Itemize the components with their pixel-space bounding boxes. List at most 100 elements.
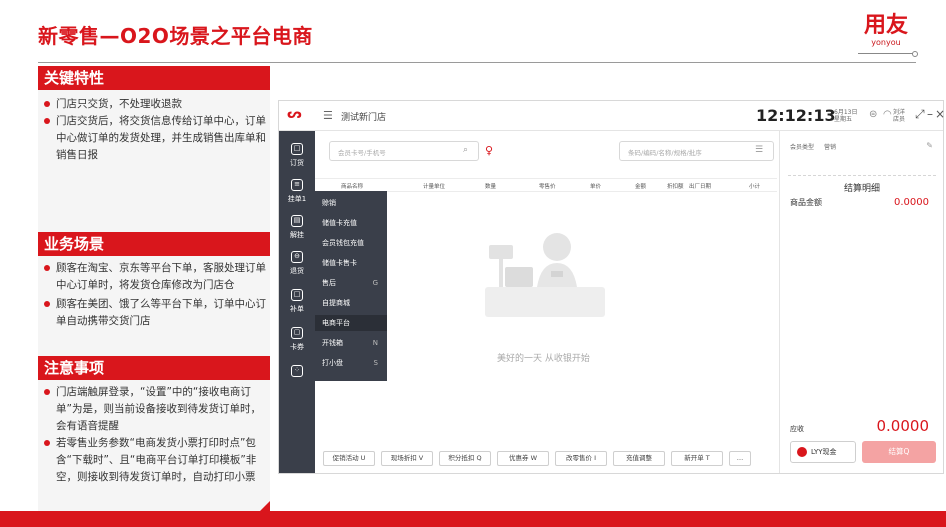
cashier-illustration [485, 233, 605, 317]
promotion-button[interactable]: 促销活动 U [323, 451, 375, 466]
sidebar-label: 挂单1 [287, 195, 307, 203]
weekday-line: 星期五 [834, 116, 853, 123]
pos-titlebar: ᔕ ☰ 测试新门店 12:12:13 6月13日 星期五 ⊜ ◠ 刘洋 店员 ⤢… [279, 101, 945, 131]
user-display[interactable]: 刘洋 店员 [893, 109, 905, 123]
sidebar-label: 补单 [290, 305, 304, 313]
footer-bar [0, 511, 946, 527]
col-mfg-date: 出厂日期 [689, 184, 712, 190]
notes-body: 门店端触屏登录，“设置”中的“接收电商订单”为是，则当前设备接收到待发货订单时，… [38, 384, 270, 486]
brand-logo-cn: 用友 [863, 13, 908, 38]
cash-icon [797, 447, 807, 457]
scenarios-body: 顾客在淘宝、京东等平台下单，客服处理订单中心订单时，将发货仓库修改为门店仓 顾客… [38, 260, 270, 330]
col-retail-price: 零售价 [539, 184, 556, 190]
add-member-icon[interactable]: ♀ [485, 144, 493, 157]
menu-icon[interactable]: ☰ [323, 109, 333, 122]
brand-logo-en: yonyou [871, 38, 901, 47]
menu-item-label: 赊销 [322, 199, 336, 207]
supplement-icon: □ [291, 289, 303, 301]
menu-item-credit-sale[interactable]: 赊销 [322, 195, 386, 211]
menu-item-card-sale[interactable]: 储值卡售卡 [322, 255, 386, 271]
checkout-button[interactable]: 结算Q [862, 441, 936, 463]
menu-item-wallet-recharge[interactable]: 会员钱包充值 [322, 235, 386, 251]
menu-item-label: 自提商城 [322, 299, 350, 307]
brand-logo: 用友 yonyou [858, 13, 918, 57]
scenarios-title: 业务场景 [38, 232, 270, 256]
user-role: 店员 [893, 116, 906, 123]
fullscreen-icon[interactable]: ⤢ [915, 107, 925, 122]
info-panel: 关键特性 门店只交货，不处理收退款 门店交货后，将交货信息传给订单中心，订单中心… [38, 66, 270, 513]
scenario-item: 顾客在淘宝、京东等平台下单，客服处理订单中心订单时，将发货仓库修改为门店仓 [38, 260, 270, 294]
change-price-button[interactable]: 改零售价 I [555, 451, 607, 466]
col-product-name: 商品名称 [341, 184, 364, 190]
more-button[interactable]: … [729, 451, 751, 466]
cash-button[interactable]: LYY现金 [790, 441, 856, 463]
note-item: 若零售业务参数“电商发货小票打印时点”包含“下载时”、且“电商平台订单打印模板”… [38, 435, 270, 486]
menu-item-shortcut: G [372, 279, 378, 287]
date-line: 6月13日 [834, 109, 858, 116]
goods-amount-value: 0.0000 [894, 197, 929, 208]
menu-item-ecommerce-platform[interactable]: 电商平台 [315, 315, 387, 331]
menu-item-label: 售后 [322, 279, 336, 287]
new-order-button[interactable]: 新开单 T [671, 451, 723, 466]
pos-sidebar: □ 订货 ≡ 挂单1 ▤ 解挂 ⊖ 退货 □ 补单 ▢ 卡券 ⁘ [279, 131, 315, 473]
sidebar-item-hold[interactable]: ≡ 挂单1 [279, 179, 315, 204]
tab-member-type[interactable]: 会员类型 [790, 144, 814, 151]
col-unit: 计量单位 [423, 184, 446, 190]
divider [788, 175, 936, 176]
settlement-title: 结算明细 [843, 184, 880, 194]
col-amount: 金额 [635, 184, 647, 190]
edit-icon[interactable]: ✎ [926, 141, 933, 150]
menu-item-label: 储值卡充值 [322, 219, 357, 227]
sidebar-label: 退货 [290, 267, 304, 275]
menu-item-after-sales[interactable]: 售后 G [322, 275, 386, 291]
onsite-discount-button[interactable]: 现场折扣 V [381, 451, 433, 466]
points-deduct-button[interactable]: 积分抵扣 Q [439, 451, 491, 466]
amount-due-label: 应收 [790, 425, 804, 433]
sidebar-item-unhold[interactable]: ▤ 解挂 [279, 215, 315, 240]
store-name[interactable]: 测试新门店 [341, 110, 386, 123]
menu-item-label: 电商平台 [322, 319, 350, 327]
member-search-input[interactable]: 会员卡号/手机号 [329, 141, 479, 161]
brand-divider [858, 53, 914, 54]
tab-marketing[interactable]: 营销 [824, 144, 836, 151]
settlement-pane: 会员类型 营销 ✎ 结算明细 商品金额 0.0000 应收 0.0000 LYY… [779, 131, 943, 473]
pos-logo-icon: ᔕ [287, 107, 302, 122]
avatar[interactable]: ◠ [883, 109, 892, 120]
sidebar-item-coupon[interactable]: ▢ 卡券 [279, 327, 315, 352]
col-qty: 数量 [485, 184, 497, 190]
order-icon: □ [291, 143, 303, 155]
menu-item-label: 会员钱包充值 [322, 239, 364, 247]
coupon-button[interactable]: 优惠券 W [497, 451, 549, 466]
coupon-icon: ▢ [291, 327, 303, 339]
search-icon[interactable]: ⌕ [463, 145, 468, 155]
date-display: 6月13日 星期五 [834, 109, 857, 123]
menu-item-label: 储值卡售卡 [322, 259, 357, 267]
amount-due-value: 0.0000 [876, 417, 930, 435]
sidebar-item-more[interactable]: ⁘ [279, 365, 315, 380]
table-header: 商品名称 计量单位 数量 零售价 单价 金额 折扣额 出厂日期 小计 [315, 178, 777, 192]
sidebar-label: 订货 [290, 159, 304, 167]
menu-item-pickup-mall[interactable]: 自提商城 [322, 295, 386, 311]
col-unit-price: 单价 [590, 184, 602, 190]
list-icon[interactable]: ☰ [755, 145, 763, 155]
minimize-icon[interactable]: – [927, 107, 933, 121]
sidebar-item-return[interactable]: ⊖ 退货 [279, 251, 315, 276]
product-search-input[interactable]: 条码/编码/名称/规格/批序 [619, 141, 774, 161]
recharge-adjust-button[interactable]: 充值调整 [613, 451, 665, 466]
unhold-icon: ▤ [291, 215, 303, 227]
feature-item: 门店交货后，将交货信息传给订单中心，订单中心做订单的发货处理，并生成销售出库单和… [38, 113, 270, 164]
printer-icon[interactable]: ⊜ [869, 109, 877, 120]
menu-item-card-recharge[interactable]: 储值卡充值 [322, 215, 386, 231]
col-discount: 折扣额 [667, 184, 684, 190]
sidebar-item-order[interactable]: □ 订货 [279, 143, 315, 168]
menu-item-shortcut: S [373, 359, 378, 367]
brand-dot-icon [912, 51, 918, 57]
menu-item-print-tray[interactable]: 打小盘 S [322, 355, 386, 371]
sidebar-item-supplement[interactable]: □ 补单 [279, 289, 315, 314]
feature-item: 门店只交货，不处理收退款 [38, 96, 270, 113]
menu-item-open-drawer[interactable]: 开钱箱 N [322, 335, 386, 351]
close-icon[interactable]: × [935, 107, 945, 121]
cash-button-label: LYY现金 [811, 448, 837, 456]
sidebar-label: 卡券 [290, 343, 304, 351]
hold-icon: ≡ [291, 179, 303, 191]
